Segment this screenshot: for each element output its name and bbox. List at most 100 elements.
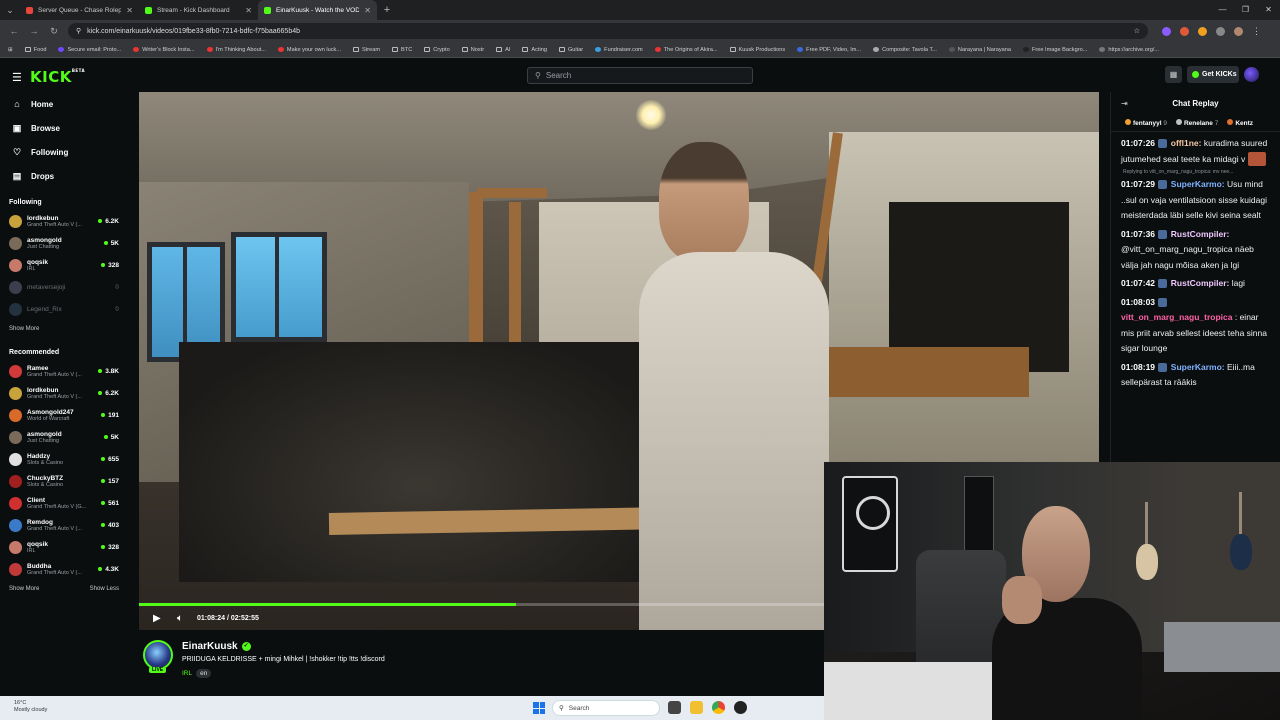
message-user[interactable]: RustCompiler: [1171,229,1230,239]
channel-row[interactable]: Remdog Grand Theft Auto V (... 403 [0,514,125,536]
channel-row[interactable]: ChuckyBTZ Slots & Casino 157 [0,470,125,492]
sidebar-item-browse[interactable]: ▣ Browse [0,116,125,140]
browser-tab-vod[interactable]: EinarKuusk - Watch the VOD o ✕ [258,0,377,20]
bookmark-item[interactable]: BTC [392,47,412,53]
menu-dots-icon[interactable]: ⋮ [1252,26,1261,37]
category-link[interactable]: IRL [182,670,192,677]
channel-row[interactable]: Buddha Grand Theft Auto V (... 4.3K [0,558,125,580]
gifter-item[interactable]: fentanyyl 9 [1125,118,1167,127]
bookmark-item[interactable]: Kuusk Productions [729,47,785,53]
bookmark-item[interactable]: Free Image Backgro... [1023,47,1087,53]
bookmark-item[interactable]: Composite: Tavola T... [873,47,937,53]
get-kicks-button[interactable]: Get KICKs [1187,66,1239,83]
file-explorer-icon[interactable] [690,701,703,714]
bookmark-star-icon[interactable]: ☆ [1134,27,1140,35]
channel-row[interactable]: metaversejoji ⦸ [0,276,125,298]
profile-icon[interactable] [1234,26,1243,36]
message-user[interactable]: RustCompiler: [1171,278,1230,288]
close-window-icon[interactable]: ✕ [1257,0,1280,20]
extension-icon[interactable] [1180,26,1189,36]
os-taskbar: 16°C Mostly cloudy ⚲ Search [0,696,824,720]
reload-icon[interactable]: ↻ [48,26,60,37]
show-more-button[interactable]: Show More [9,586,39,592]
seek-bar[interactable] [139,603,824,606]
bookmark-item[interactable]: https://archive.org/... [1099,47,1159,53]
bookmark-item[interactable]: Fundraiser.com [595,47,643,53]
search-input[interactable]: ⚲ Search [527,67,753,84]
task-view-icon[interactable] [668,701,681,714]
puzzle-icon[interactable] [1216,26,1225,36]
channel-row[interactable]: Haddzy Slots & Casino 655 [0,448,125,470]
url-text[interactable]: kick.com/einarkuusk/videos/019fbe33-8fb0… [87,28,1128,35]
channel-row[interactable]: lordkebun Grand Theft Auto V (... 6.2K [0,382,125,404]
bookmark-item[interactable]: Nostr [461,47,484,53]
language-tag[interactable]: en [196,669,212,678]
channel-name[interactable]: EinarKuusk [182,641,238,652]
viewer-number: 403 [108,521,119,529]
gifter-item[interactable]: Renelane 7 [1175,118,1218,127]
channel-row[interactable]: qoqsik IRL 328 [0,536,125,558]
chrome-icon[interactable] [712,701,725,714]
extension-icon[interactable] [1162,26,1171,36]
bookmark-item[interactable]: Stream [353,47,380,53]
play-icon[interactable]: ▶ [153,613,161,624]
extension-icon[interactable] [1198,26,1207,36]
bookmark-item[interactable]: Acting [522,47,547,53]
gifter-item[interactable]: Kentz [1227,118,1253,127]
show-less-button[interactable]: Show Less [90,586,119,592]
show-more-button[interactable]: Show More [9,326,39,332]
channel-row[interactable]: Client Grand Theft Auto V (G... 561 [0,492,125,514]
bookmark-item[interactable]: Secure email: Proto... [58,47,121,53]
close-tab-icon[interactable]: ✕ [245,6,252,15]
new-tab-button[interactable]: + [377,4,397,16]
theatre-mode-icon[interactable]: ▦ [1165,66,1182,83]
menu-hamburger-icon[interactable]: ☰ [12,71,22,84]
bookmark-item[interactable]: Crypto [424,47,450,53]
channel-avatar[interactable] [143,640,173,670]
close-tab-icon[interactable]: ✕ [364,6,371,15]
bookmark-item[interactable]: Guitar [558,47,583,53]
sidebar-item-following[interactable]: ♡ Following [0,140,125,164]
sidebar-item-home[interactable]: ⌂ Home [0,92,125,116]
channel-row[interactable]: qoqsik IRL 328 [0,254,125,276]
browser-tab-kick-dashboard[interactable]: Stream - Kick Dashboard ✕ [139,0,258,20]
forward-icon[interactable]: → [28,26,40,36]
browser-tab-server-queue[interactable]: Server Queue - Chase Roleplay ✕ [20,0,139,20]
url-bar[interactable]: ⚲ kick.com/einarkuusk/videos/019fbe33-8f… [68,23,1148,39]
volume-icon[interactable]: 🔈︎ [177,613,183,624]
taskbar-search[interactable]: ⚲ Search [552,700,660,716]
bookmark-item[interactable]: I'm Thinking About... [206,47,266,53]
windows-start-icon[interactable] [533,702,545,714]
bookmark-item[interactable]: Food [24,47,46,53]
bookmark-item[interactable]: Writer's Block Insta... [133,47,195,53]
channel-row[interactable]: asmongold Just Chatting 5K [0,232,125,254]
message-user[interactable]: SuperKarmo: [1171,362,1225,372]
channel-row[interactable]: lordkebun Grand Theft Auto V (... 6.2K [0,210,125,232]
message-user[interactable]: SuperKarmo: [1171,179,1225,189]
apps-icon[interactable]: ⊞ [8,47,13,53]
channel-row[interactable]: asmongold Just Chatting 5K [0,426,125,448]
bookmark-item[interactable]: Narayana | Narayana [948,47,1011,53]
kick-logo[interactable]: KICKBETA [30,68,85,86]
reply-preview[interactable]: Replying to vitt_on_marg_nagu_tropica: m… [1123,169,1272,175]
channel-row[interactable]: Asmongold247 World of Warcraft 191 [0,404,125,426]
channel-row[interactable]: Legend_Rix ⦸ [0,298,125,320]
back-icon[interactable]: ← [8,26,20,36]
bookmark-item[interactable]: The Origins of Akira... [654,47,718,53]
tab-search-icon[interactable]: ⌄ [0,0,20,20]
weather-widget[interactable]: 16°C Mostly cloudy [14,700,47,714]
collapse-chat-icon[interactable]: ⇥ [1121,99,1128,108]
minimize-icon[interactable]: — [1211,0,1234,20]
bookmark-item[interactable]: Make your own luck... [277,47,341,53]
restore-icon[interactable]: ❐ [1234,0,1257,20]
message-user[interactable]: offl1ne: [1171,138,1202,148]
user-avatar[interactable] [1244,67,1259,82]
bookmark-item[interactable]: Free PDF, Video, Im... [797,47,861,53]
site-info-icon[interactable]: ⚲ [76,27,81,35]
close-tab-icon[interactable]: ✕ [126,6,133,15]
channel-row[interactable]: Ramee Grand Theft Auto V (... 3.8K [0,360,125,382]
sidebar-item-drops[interactable]: ▤ Drops [0,164,125,188]
app-icon[interactable] [734,701,747,714]
bookmark-item[interactable]: AI [496,47,510,53]
message-user[interactable]: vitt_on_marg_nagu_tropica [1121,312,1232,322]
